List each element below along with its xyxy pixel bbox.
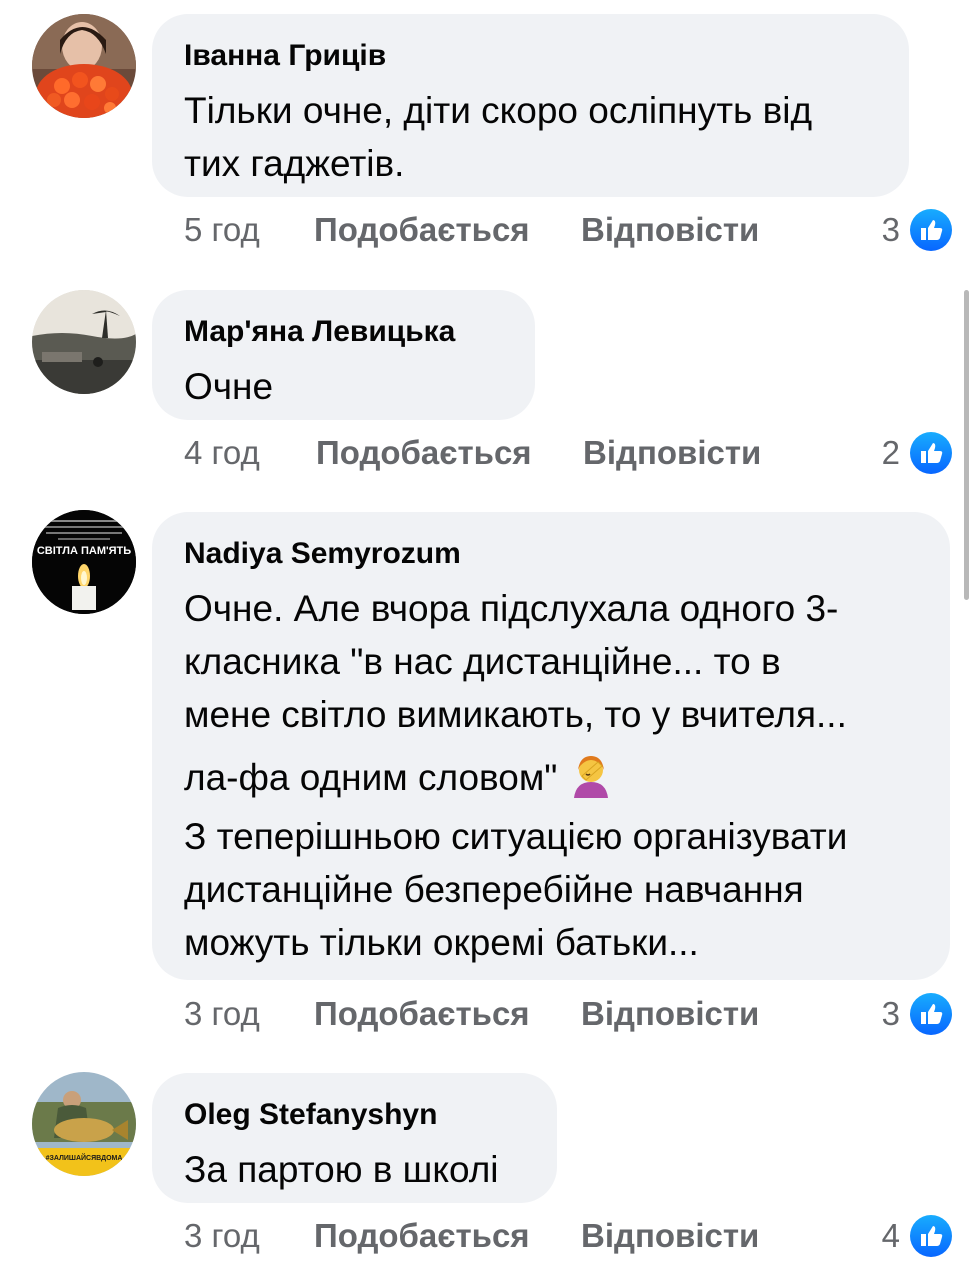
sunset-landscape-photo-icon <box>32 290 136 394</box>
reply-link[interactable]: Відповісти <box>581 992 759 1036</box>
reaction-summary[interactable]: 2 <box>882 431 952 475</box>
reaction-count: 4 <box>881 1217 900 1254</box>
comment-bubble: Іванна Гриців Тільки очне, діти скоро ос… <box>152 14 909 197</box>
avatar[interactable] <box>32 14 136 118</box>
comment-line: тих гаджетів. <box>184 143 405 184</box>
roses-photo-icon <box>32 14 136 118</box>
thumbs-up-icon <box>910 993 952 1035</box>
avatar[interactable]: СВІТЛА ПАМ'ЯТЬ <box>32 510 136 614</box>
comment-line: За партою в школі <box>184 1149 499 1190</box>
comment-text: Очне <box>184 360 503 413</box>
avatar[interactable]: #ЗАЛИШАЙСЯВДОМА <box>32 1072 136 1176</box>
scrollbar[interactable] <box>964 290 969 600</box>
reply-link[interactable]: Відповісти <box>583 431 761 475</box>
thumbs-up-icon <box>910 432 952 474</box>
like-link[interactable]: Подобається <box>316 431 532 475</box>
comment-time[interactable]: 3 год <box>184 1214 260 1258</box>
comment-author[interactable]: Іванна Гриців <box>184 36 877 76</box>
comment-line: класника "в нас дистанційне... то в <box>184 641 781 682</box>
comment-meta: 3 год Подобається Відповісти 4 <box>184 1214 952 1258</box>
comment-meta: 5 год Подобається Відповісти 3 <box>184 208 952 252</box>
comment-line: дистанційне безперебійне навчання <box>184 869 804 910</box>
reaction-count: 3 <box>881 995 900 1032</box>
reaction-count: 2 <box>881 434 900 471</box>
comment-line-with-emoji: ла-фа одним словом" <box>184 751 918 804</box>
comment-author[interactable]: Мар'яна Левицька <box>184 312 503 352</box>
comment-bubble: Nadiya Semyrozum Очне. Але вчора підслух… <box>152 512 950 980</box>
avatar-caption: СВІТЛА ПАМ'ЯТЬ <box>37 545 131 557</box>
reaction-summary[interactable]: 3 <box>882 992 952 1036</box>
reaction-count: 3 <box>881 211 900 248</box>
like-link[interactable]: Подобається <box>314 1214 530 1258</box>
reaction-summary[interactable]: 4 <box>882 1214 952 1258</box>
comment-text: За партою в школі <box>184 1143 525 1196</box>
avatar-caption: #ЗАЛИШАЙСЯВДОМА <box>46 1153 123 1162</box>
comment-line: ла-фа одним словом" <box>184 757 558 798</box>
thumbs-up-icon <box>910 209 952 251</box>
comment-author[interactable]: Nadiya Semyrozum <box>184 534 918 574</box>
thumbs-up-icon <box>910 1215 952 1257</box>
memorial-candle-icon: СВІТЛА ПАМ'ЯТЬ <box>32 510 136 614</box>
comment-time[interactable]: 4 год <box>184 431 260 475</box>
comment-time[interactable]: 3 год <box>184 992 260 1036</box>
comment-text: Тільки очне, діти скоро осліпнуть від ти… <box>184 84 877 190</box>
comment-line: Очне <box>184 366 274 407</box>
comment-meta: 4 год Подобається Відповісти 2 <box>184 431 952 475</box>
like-link[interactable]: Подобається <box>314 992 530 1036</box>
comment-time[interactable]: 5 год <box>184 208 260 252</box>
reply-link[interactable]: Відповісти <box>581 208 759 252</box>
comment-line: можуть тільки окремі батьки... <box>184 922 699 963</box>
comment-author[interactable]: Oleg Stefanyshyn <box>184 1095 525 1135</box>
like-link[interactable]: Подобається <box>314 208 530 252</box>
comment-line: З теперішньою ситуацією організувати <box>184 816 848 857</box>
comment-bubble: Мар'яна Левицька Очне <box>152 290 535 420</box>
avatar[interactable] <box>32 290 136 394</box>
comment-line: мене світло вимикають, то у вчителя... <box>184 694 847 735</box>
comment-line: Тільки очне, діти скоро осліпнуть від <box>184 90 813 131</box>
comment-text: Очне. Але вчора підслухала одного 3- кла… <box>184 582 918 969</box>
facepalm-emoji-icon <box>573 756 608 798</box>
reaction-summary[interactable]: 3 <box>882 208 952 252</box>
comment-line: Очне. Але вчора підслухала одного 3- <box>184 588 839 629</box>
reply-link[interactable]: Відповісти <box>581 1214 759 1258</box>
comment-bubble: Oleg Stefanyshyn За партою в школі <box>152 1073 557 1203</box>
fisherman-carp-photo-icon: #ЗАЛИШАЙСЯВДОМА <box>32 1072 136 1176</box>
comment-meta: 3 год Подобається Відповісти 3 <box>184 992 952 1036</box>
